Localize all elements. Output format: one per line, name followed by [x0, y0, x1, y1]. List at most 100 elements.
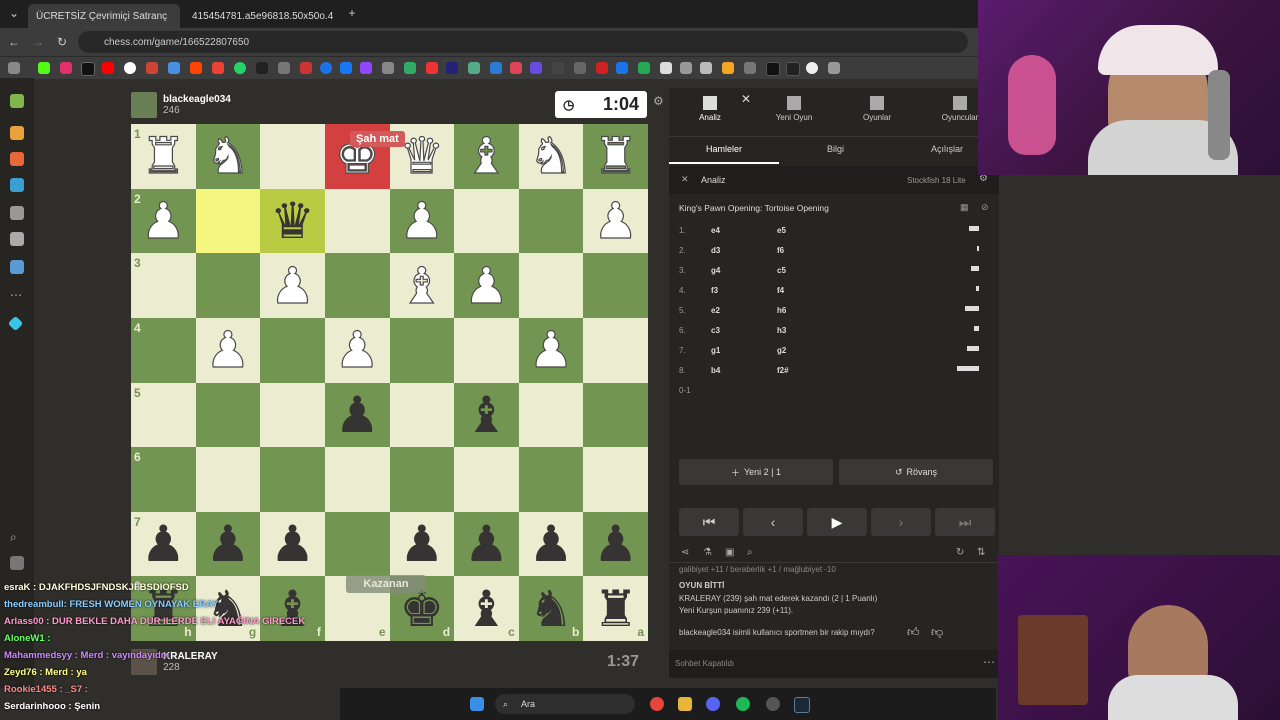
- board-square[interactable]: ♝: [454, 124, 519, 189]
- board-square[interactable]: 2 ♟: [131, 188, 196, 254]
- board-square[interactable]: 6: [131, 447, 196, 512]
- subtab-info[interactable]: Bilgi: [827, 144, 844, 154]
- board-square[interactable]: b ♞: [518, 576, 584, 641]
- white-pawn-piece[interactable]: ♟: [399, 195, 445, 246]
- white-move[interactable]: f3: [711, 286, 718, 295]
- board-square[interactable]: ♟: [260, 511, 325, 577]
- board-square[interactable]: [260, 124, 325, 189]
- black-pawn-piece[interactable]: ♟: [206, 519, 251, 569]
- black-pawn-piece[interactable]: ♟: [399, 519, 444, 569]
- zoom-icon[interactable]: ⌕: [747, 547, 753, 558]
- board-square[interactable]: 7 ♟: [131, 511, 196, 577]
- avatar[interactable]: [10, 556, 24, 570]
- next-move-button[interactable]: ›: [871, 508, 931, 536]
- tab-games[interactable]: Oyunlar: [842, 96, 912, 122]
- board-square[interactable]: ♝: [454, 382, 519, 448]
- board-square[interactable]: 5: [131, 382, 196, 448]
- board-square[interactable]: [389, 317, 455, 383]
- whatsapp-icon[interactable]: [234, 62, 246, 74]
- reddit-icon[interactable]: [190, 62, 202, 74]
- bookmark-icon[interactable]: [490, 62, 502, 74]
- chrome-icon[interactable]: [650, 697, 664, 711]
- avatar[interactable]: [131, 92, 157, 118]
- board-square[interactable]: ♟: [518, 511, 584, 577]
- board-square[interactable]: [389, 382, 455, 448]
- bookmark-icon[interactable]: [468, 62, 480, 74]
- board-square[interactable]: [324, 253, 390, 318]
- x-icon[interactable]: [81, 62, 95, 76]
- subtab-moves[interactable]: Hamleler: [706, 144, 742, 154]
- bookmark-icon[interactable]: [278, 62, 290, 74]
- social-icon[interactable]: [10, 260, 24, 274]
- thumbs-up-icon[interactable]: 👍︎: [907, 625, 920, 640]
- black-pawn-piece[interactable]: ♟: [464, 519, 509, 569]
- white-knight-piece[interactable]: ♞: [205, 131, 251, 182]
- bookmark-icon[interactable]: [510, 62, 522, 74]
- black-knight-piece[interactable]: ♞: [529, 584, 574, 634]
- bookmark-icon[interactable]: [446, 62, 458, 74]
- first-move-button[interactable]: ⏮: [679, 508, 739, 536]
- play-button[interactable]: ▶: [807, 508, 867, 536]
- board-square[interactable]: [324, 188, 390, 254]
- bookmark-icon[interactable]: [300, 62, 312, 74]
- board-square[interactable]: ♟: [583, 511, 648, 577]
- youtube-icon[interactable]: [102, 62, 114, 74]
- white-pawn-piece[interactable]: ♟: [270, 260, 316, 311]
- close-icon[interactable]: ✕: [741, 92, 751, 106]
- board-square[interactable]: ♟: [195, 511, 261, 577]
- white-rook-piece[interactable]: ♜: [140, 131, 186, 182]
- tab-image[interactable]: 415454781.a5e96818.50x50o.4: [184, 4, 364, 28]
- taskbar-search[interactable]: ⌕ Ara: [495, 694, 635, 714]
- black-queen-piece[interactable]: ♛: [270, 196, 315, 246]
- spotify-icon[interactable]: [736, 697, 750, 711]
- toggle-icon[interactable]: ✕: [681, 174, 689, 185]
- reload-icon[interactable]: ↻: [54, 34, 70, 50]
- board-square[interactable]: c ♝: [454, 576, 519, 641]
- board-square[interactable]: a ♜: [583, 576, 648, 641]
- bookmark-icon[interactable]: [320, 62, 332, 74]
- bookmark-icon[interactable]: [596, 62, 608, 74]
- white-rook-piece[interactable]: ♜: [593, 131, 639, 182]
- board-square[interactable]: ♝: [389, 253, 455, 318]
- archive-icon[interactable]: ▦: [960, 202, 969, 213]
- bookmark-icon[interactable]: [660, 62, 672, 74]
- steam-icon[interactable]: [794, 697, 810, 713]
- white-move[interactable]: c3: [711, 326, 720, 335]
- black-move[interactable]: f6: [777, 246, 784, 255]
- black-rook-piece[interactable]: ♜: [593, 584, 638, 634]
- board-square[interactable]: [583, 253, 648, 318]
- bookmark-icon[interactable]: [382, 62, 394, 74]
- tab-analysis[interactable]: Analiz: [675, 96, 745, 122]
- black-pawn-piece[interactable]: ♟: [593, 519, 638, 569]
- bookmark-icon[interactable]: [552, 62, 564, 74]
- board-square[interactable]: [260, 447, 325, 512]
- subtab-openings[interactable]: Açılışlar: [931, 144, 963, 154]
- white-bishop-piece[interactable]: ♝: [399, 260, 445, 311]
- board-square[interactable]: ♞: [195, 124, 261, 189]
- forward-icon[interactable]: →: [30, 34, 46, 50]
- learn-icon[interactable]: [10, 178, 24, 192]
- settings-gear-icon[interactable]: ⚙: [653, 94, 664, 108]
- board-square[interactable]: ♟: [454, 511, 519, 577]
- apps-icon[interactable]: [8, 62, 20, 74]
- board-square[interactable]: 4: [131, 317, 196, 383]
- gmail-icon[interactable]: [212, 62, 224, 74]
- block-icon[interactable]: ⊘: [981, 202, 989, 213]
- bookmark-icon[interactable]: [168, 62, 180, 74]
- kick-icon[interactable]: [38, 62, 50, 74]
- board-square[interactable]: ♛: [260, 188, 325, 254]
- board-square[interactable]: ♜: [583, 124, 648, 189]
- back-icon[interactable]: ←: [6, 34, 22, 50]
- board-square[interactable]: [260, 317, 325, 383]
- board-square[interactable]: ♟: [389, 188, 455, 254]
- prev-move-button[interactable]: ‹: [743, 508, 803, 536]
- watch-icon[interactable]: [10, 206, 24, 220]
- bookmark-icon[interactable]: [806, 62, 818, 74]
- white-pawn-piece[interactable]: ♟: [593, 195, 639, 246]
- black-move[interactable]: e5: [777, 226, 786, 235]
- black-move[interactable]: c5: [777, 266, 786, 275]
- black-move[interactable]: h3: [777, 326, 786, 335]
- white-knight-piece[interactable]: ♞: [528, 131, 574, 182]
- white-move[interactable]: g1: [711, 346, 720, 355]
- board-square[interactable]: ♟: [583, 188, 648, 254]
